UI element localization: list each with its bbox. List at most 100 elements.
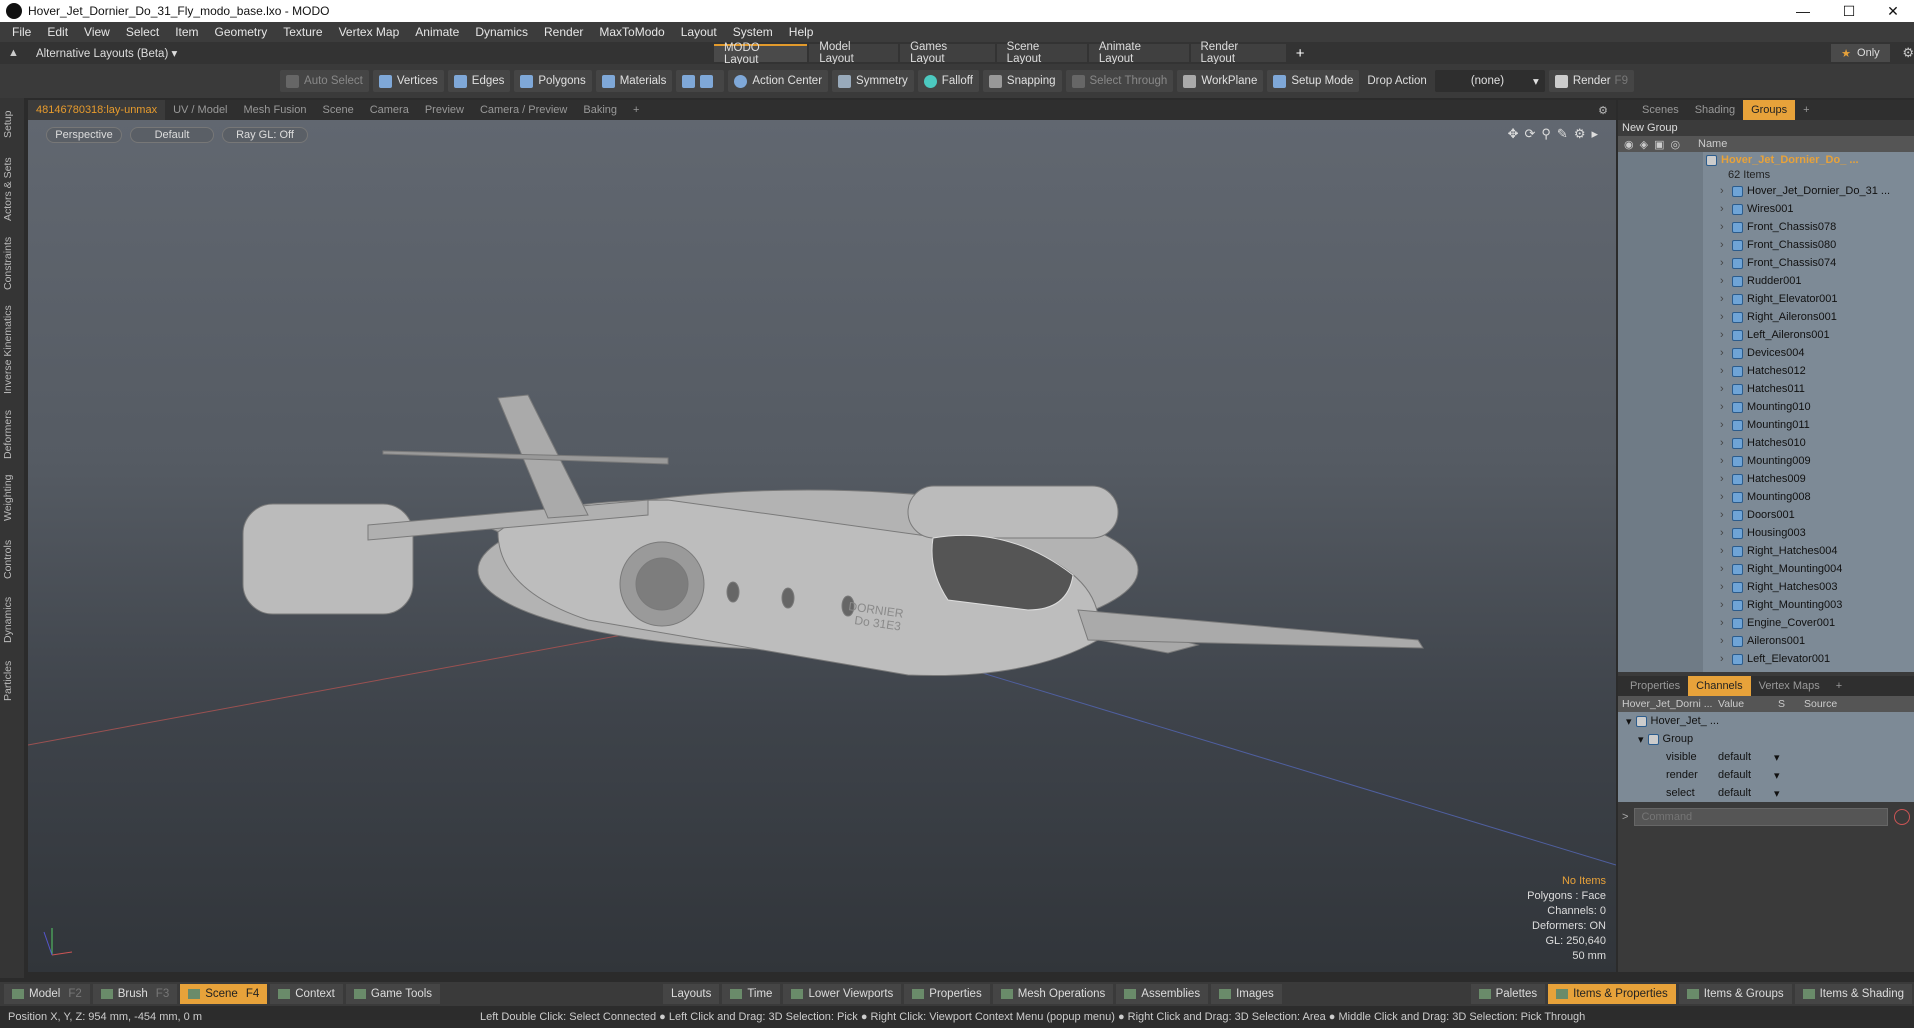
group-list-item[interactable]: › Mounting011 [1720, 416, 1914, 434]
brush-tab[interactable]: Brush F3 [92, 984, 178, 1004]
side-tab-actors-sets[interactable]: Actors & Sets [2, 154, 22, 224]
menu-system[interactable]: System [725, 25, 781, 39]
lock-icon[interactable]: ▣ [1654, 138, 1664, 151]
tab-lay-unmax[interactable]: 48146780318:lay-unmax [28, 100, 166, 120]
dropdown-arrow-icon[interactable]: ▾ [1774, 751, 1780, 764]
tab-channels[interactable]: Channels [1688, 676, 1751, 696]
auto-select-button[interactable]: Auto Select [280, 70, 369, 92]
snapping-button[interactable]: Snapping [982, 70, 1062, 92]
group-list-item[interactable]: › Right_Hatches004 [1720, 542, 1914, 560]
game-tools-tab[interactable]: Game Tools [345, 984, 441, 1004]
tab-modo-layout[interactable]: MODO Layout [713, 42, 808, 66]
tab-preview[interactable]: Preview [417, 100, 472, 120]
gear-icon[interactable]: ⚙ [1902, 45, 1914, 61]
model-tab[interactable]: Model F2 [4, 984, 90, 1004]
items-properties-button[interactable]: Items & Properties [1548, 984, 1676, 1004]
group-list-item[interactable]: › Main_Hatch001 [1720, 668, 1914, 672]
command-input[interactable] [1634, 808, 1888, 826]
group-list-item[interactable]: › Front_Chassis080 [1720, 236, 1914, 254]
tab-games-layout[interactable]: Games Layout [900, 41, 995, 65]
add-properties-tab-icon[interactable]: + [1828, 676, 1850, 696]
dropdown-arrow-icon[interactable]: ▾ [1774, 787, 1780, 800]
lower-viewports-button[interactable]: Lower Viewports [783, 984, 902, 1004]
drop-action-dropdown[interactable]: (none) ▾ [1434, 70, 1545, 92]
alternative-layouts-dropdown[interactable]: Alternative Layouts (Beta) ▾ [36, 46, 714, 60]
group-list-item[interactable]: › Right_Mounting003 [1720, 596, 1914, 614]
items-shading-button[interactable]: Items & Shading [1794, 984, 1912, 1004]
side-tab-weighting[interactable]: Weighting [2, 470, 22, 526]
group-list-item[interactable]: › Wires001 [1720, 200, 1914, 218]
tab-shading[interactable]: Shading [1687, 100, 1743, 120]
tab-animate-layout[interactable]: Animate Layout [1088, 41, 1189, 65]
select-toggle-icon[interactable]: ◎ [1670, 138, 1680, 151]
menu-file[interactable]: File [4, 25, 39, 39]
channel-select-value[interactable]: default [1714, 787, 1774, 799]
side-tab-constraints[interactable]: Constraints [2, 232, 22, 294]
tab-uv-model[interactable]: UV / Model [165, 100, 235, 120]
menu-render[interactable]: Render [536, 25, 591, 39]
group-list-item[interactable]: › Hover_Jet_Dornier_Do_31 ... [1720, 182, 1914, 200]
menu-select[interactable]: Select [118, 25, 167, 39]
side-tab-dynamics[interactable]: Dynamics [2, 592, 22, 648]
group-list-item[interactable]: › Right_Ailerons001 [1720, 308, 1914, 326]
images-button[interactable]: Images [1211, 984, 1282, 1004]
record-icon[interactable] [1894, 809, 1910, 825]
group-list-item[interactable]: › Hatches010 [1720, 434, 1914, 452]
layouts-button[interactable]: Layouts [663, 984, 720, 1004]
setup-mode-button[interactable]: Setup Mode [1267, 70, 1360, 92]
add-panel-tab-icon[interactable]: + [1795, 100, 1817, 120]
group-list-item[interactable]: › Engine_Cover001 [1720, 614, 1914, 632]
materials-button[interactable]: Materials [595, 70, 673, 92]
assemblies-button[interactable]: Assemblies [1116, 984, 1209, 1004]
only-toggle[interactable]: Only [1857, 47, 1880, 59]
mesh-operations-button[interactable]: Mesh Operations [992, 984, 1114, 1004]
tab-groups[interactable]: Groups [1743, 100, 1796, 120]
expand-arrow-icon[interactable]: ▾ [1626, 715, 1632, 728]
falloff-button[interactable]: Falloff [917, 70, 979, 92]
close-icon[interactable]: ✕ [1870, 0, 1914, 22]
tab-model-layout[interactable]: Model Layout [809, 41, 899, 65]
menu-edit[interactable]: Edit [39, 25, 76, 39]
scene-tab[interactable]: Scene F4 [180, 984, 268, 1004]
group-list-item[interactable]: › Left_Ailerons001 [1720, 326, 1914, 344]
group-list-item[interactable]: › Front_Chassis074 [1720, 254, 1914, 272]
group-root[interactable]: Hover_Jet_Dornier_Do_ ... [1618, 152, 1914, 168]
select-through-button[interactable]: Select Through [1065, 70, 1174, 92]
items-groups-button[interactable]: Items & Groups [1678, 984, 1792, 1004]
time-button[interactable]: Time [722, 984, 781, 1004]
channel-visible-value[interactable]: default [1714, 751, 1774, 763]
group-list-item[interactable]: › Mounting010 [1720, 398, 1914, 416]
tab-vertex-maps[interactable]: Vertex Maps [1751, 676, 1828, 696]
properties-button[interactable]: Properties [904, 984, 990, 1004]
menu-maxtomodo[interactable]: MaxToModo [591, 25, 672, 39]
expand-arrow-icon[interactable]: ▾ [1638, 733, 1644, 746]
tab-baking[interactable]: Baking [575, 100, 625, 120]
vertices-button[interactable]: Vertices [372, 70, 444, 92]
edges-button[interactable]: Edges [447, 70, 511, 92]
tab-scenes[interactable]: Scenes [1634, 100, 1687, 120]
hover-jet-model[interactable] [242, 394, 1424, 677]
group-list-item[interactable]: › Hatches009 [1720, 470, 1914, 488]
arrow-up-icon[interactable]: ▲ [8, 47, 22, 59]
menu-item[interactable]: Item [167, 25, 206, 39]
tab-mesh-fusion[interactable]: Mesh Fusion [236, 100, 315, 120]
symmetry-button[interactable]: Symmetry [832, 70, 914, 92]
tab-camera[interactable]: Camera [362, 100, 417, 120]
group-list-item[interactable]: › Rudder001 [1720, 272, 1914, 290]
3d-viewport[interactable]: Perspective Default Ray GL: Off ✥ ⟳ ⚲ ✎ … [28, 120, 1616, 972]
eye-icon[interactable]: ◉ [1624, 138, 1634, 151]
group-list-item[interactable]: › Left_Elevator001 [1720, 650, 1914, 668]
group-list-item[interactable]: › Doors001 [1720, 506, 1914, 524]
group-list-item[interactable]: › Devices004 [1720, 344, 1914, 362]
group-list-item[interactable]: › Right_Elevator001 [1720, 290, 1914, 308]
action-center-button[interactable]: Action Center [728, 70, 829, 92]
tab-scene[interactable]: Scene [315, 100, 362, 120]
group-list-item[interactable]: › Hatches012 [1720, 362, 1914, 380]
palettes-button[interactable]: Palettes [1470, 984, 1546, 1004]
group-list-item[interactable]: › Right_Mounting004 [1720, 560, 1914, 578]
menu-texture[interactable]: Texture [275, 25, 330, 39]
side-tab-controls[interactable]: Controls [2, 534, 22, 584]
menu-animate[interactable]: Animate [407, 25, 467, 39]
menu-geometry[interactable]: Geometry [207, 25, 276, 39]
tab-properties[interactable]: Properties [1622, 676, 1688, 696]
